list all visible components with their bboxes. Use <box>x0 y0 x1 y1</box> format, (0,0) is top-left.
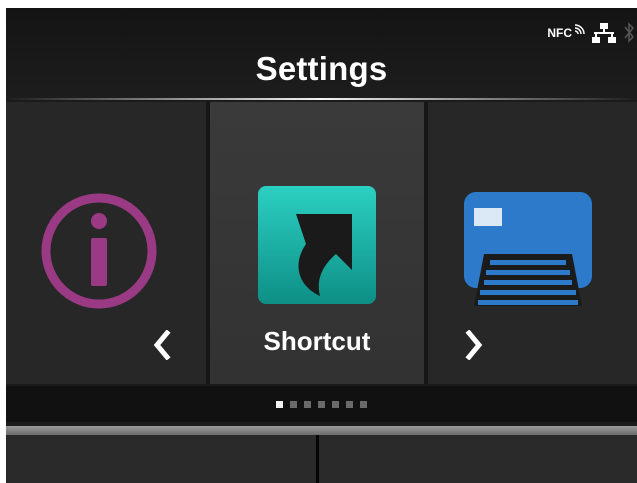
page-dot <box>318 400 325 408</box>
carousel-item-shortcut[interactable]: Shortcut <box>210 102 424 384</box>
printer-icon <box>464 192 592 306</box>
function-bar <box>6 426 637 483</box>
carousel-item-info[interactable] <box>6 102 206 384</box>
page-dot <box>332 400 339 408</box>
carousel-item-printer[interactable] <box>428 102 637 384</box>
settings-screen: NFC Settings Shortcut <box>6 8 637 483</box>
network-icon <box>592 23 616 43</box>
page-indicator <box>6 386 637 422</box>
header-bar: NFC Settings <box>6 8 637 100</box>
page-dot <box>360 400 367 408</box>
chevron-left-icon[interactable] <box>152 330 172 360</box>
function-button-left[interactable] <box>6 435 316 483</box>
menu-carousel: Shortcut <box>6 102 637 384</box>
function-bar-edge <box>6 426 637 435</box>
shortcut-icon <box>258 186 376 304</box>
function-button-right[interactable] <box>319 435 637 483</box>
page-dot <box>304 400 311 408</box>
carousel-item-label: Shortcut <box>263 326 371 356</box>
status-icons: NFC <box>547 18 635 48</box>
page-dot <box>346 400 353 408</box>
title-underline <box>6 98 637 100</box>
info-icon <box>41 193 157 309</box>
nfc-icon: NFC <box>547 24 585 40</box>
chevron-right-icon[interactable] <box>464 330 484 360</box>
page-title: Settings <box>255 50 388 87</box>
page-dot-active <box>276 400 283 408</box>
bluetooth-icon <box>624 22 635 43</box>
page-dot <box>290 400 297 408</box>
nfc-label: NFC <box>547 26 572 40</box>
